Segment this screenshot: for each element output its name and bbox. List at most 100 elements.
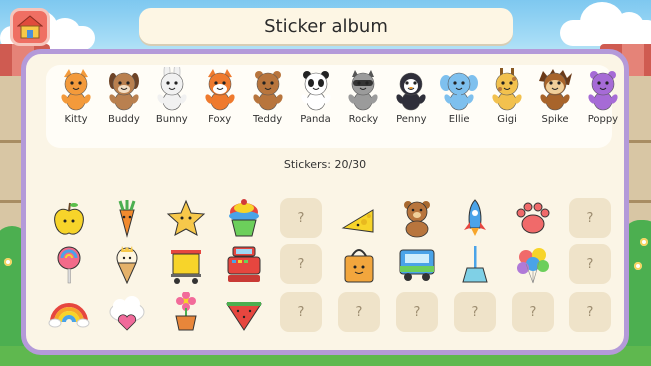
locked-slot-label: ? xyxy=(471,304,479,320)
ice-cream-sticker[interactable] xyxy=(106,244,148,284)
character-ellie[interactable]: Ellie xyxy=(435,67,483,125)
character-name: Panda xyxy=(300,114,331,125)
watermelon-sticker[interactable] xyxy=(223,292,265,332)
character-name: Bunny xyxy=(155,114,188,125)
giraffe-icon xyxy=(492,68,522,111)
teddy-bear-sticker[interactable] xyxy=(396,198,438,238)
character-teddy[interactable]: Teddy xyxy=(244,67,292,125)
character-name: Gigi xyxy=(497,114,517,125)
locked-slot-label: ? xyxy=(529,304,537,320)
character-kitty[interactable]: Kitty xyxy=(52,67,100,125)
sticker-counter: Stickers: 20/30 xyxy=(283,158,367,171)
page-title: Sticker album xyxy=(264,15,388,37)
carrot-icon xyxy=(118,200,136,238)
character-foxy[interactable]: Foxy xyxy=(196,67,244,125)
penguin-icon xyxy=(396,72,426,111)
character-name: Poppy xyxy=(587,114,619,125)
locked-slot-label: ? xyxy=(413,304,421,320)
empty-sticker-slot[interactable]: ? xyxy=(338,292,380,332)
character-roster: Kitty Buddy Bunny Foxy Teddy Panda Rocky… xyxy=(46,65,618,148)
character-name: Rocky xyxy=(348,114,379,125)
cash-register-icon xyxy=(227,246,261,282)
balloons-sticker[interactable] xyxy=(512,244,554,284)
flower-pot-icon xyxy=(175,292,197,331)
locked-slot-label: ? xyxy=(586,256,594,272)
flower-icon xyxy=(4,258,12,266)
empty-sticker-slot[interactable]: ? xyxy=(396,292,438,332)
truck-icon xyxy=(399,249,435,281)
paw-sticker[interactable] xyxy=(512,198,554,238)
character-poppy[interactable]: Poppy xyxy=(579,67,627,125)
rainbow-icon xyxy=(48,303,90,328)
empty-sticker-slot[interactable]: ? xyxy=(569,244,611,284)
watermelon-icon xyxy=(226,302,262,331)
hedgehog-icon xyxy=(539,69,572,111)
empty-sticker-slot[interactable]: ? xyxy=(280,292,322,332)
apple-icon xyxy=(54,202,84,235)
lollipop-sticker[interactable] xyxy=(48,244,90,284)
title-bar: Sticker album xyxy=(139,8,513,44)
character-name: Foxy xyxy=(208,114,232,125)
character-name: Penny xyxy=(396,114,427,125)
cloud-heart-icon xyxy=(109,296,145,331)
dog-icon xyxy=(108,72,139,111)
rocket-sticker[interactable] xyxy=(454,198,496,238)
lollipop-icon xyxy=(57,246,81,284)
cheese-sticker[interactable] xyxy=(338,198,380,238)
rocket-icon xyxy=(464,199,486,236)
home-button[interactable] xyxy=(10,8,50,46)
truck-sticker[interactable] xyxy=(396,244,438,284)
empty-sticker-slot[interactable]: ? xyxy=(280,198,322,238)
cloud-decoration xyxy=(560,2,651,46)
character-bunny[interactable]: Bunny xyxy=(148,67,196,125)
empty-sticker-slot[interactable]: ? xyxy=(454,292,496,332)
cupcake-sticker[interactable] xyxy=(223,198,265,238)
balloons-icon xyxy=(517,248,549,284)
cash-register-sticker[interactable] xyxy=(223,244,265,284)
character-name: Teddy xyxy=(253,114,283,125)
flower-pot-sticker[interactable] xyxy=(165,292,207,332)
locked-slot-label: ? xyxy=(297,210,305,226)
panda-icon xyxy=(300,71,331,111)
character-penny[interactable]: Penny xyxy=(387,67,435,125)
house-icon xyxy=(17,15,43,39)
character-panda[interactable]: Panda xyxy=(292,67,340,125)
empty-sticker-slot[interactable]: ? xyxy=(569,198,611,238)
raccoon-icon xyxy=(348,70,378,111)
cloud-heart-sticker[interactable] xyxy=(106,292,148,332)
sticker-album-panel: Kitty Buddy Bunny Foxy Teddy Panda Rocky… xyxy=(21,49,629,355)
shopping-cart-icon xyxy=(171,250,201,284)
rainbow-sticker[interactable] xyxy=(48,292,90,332)
broom-icon xyxy=(462,246,488,283)
cheese-icon xyxy=(341,209,374,233)
cat-icon xyxy=(61,69,91,111)
locked-slot-label: ? xyxy=(297,304,305,320)
locked-slot-label: ? xyxy=(297,256,305,272)
carrot-sticker[interactable] xyxy=(106,198,148,238)
character-spike[interactable]: Spike xyxy=(531,67,579,125)
star-sticker[interactable] xyxy=(165,198,207,238)
character-buddy[interactable]: Buddy xyxy=(100,67,148,125)
empty-sticker-slot[interactable]: ? xyxy=(512,292,554,332)
shopping-cart-sticker[interactable] xyxy=(165,244,207,284)
empty-sticker-slot[interactable]: ? xyxy=(569,292,611,332)
character-name: Buddy xyxy=(107,114,140,125)
shopping-bag-icon xyxy=(344,249,374,283)
broom-sticker[interactable] xyxy=(454,244,496,284)
teddy-bear-icon xyxy=(404,201,430,238)
character-name: Ellie xyxy=(448,114,470,125)
character-gigi[interactable]: Gigi xyxy=(483,67,531,125)
hippo-icon xyxy=(588,71,618,111)
character-name: Kitty xyxy=(64,114,88,125)
empty-sticker-slot[interactable]: ? xyxy=(280,244,322,284)
bear-icon xyxy=(252,71,283,111)
locked-slot-label: ? xyxy=(586,304,594,320)
game-screen: Sticker album Kitty Buddy Bunny Foxy Ted… xyxy=(0,0,651,366)
character-rocky[interactable]: Rocky xyxy=(339,67,387,125)
elephant-icon xyxy=(440,72,479,111)
rabbit-icon xyxy=(157,67,187,111)
apple-sticker[interactable] xyxy=(48,198,90,238)
shopping-bag-sticker[interactable] xyxy=(338,244,380,284)
paw-icon xyxy=(516,202,550,234)
locked-slot-label: ? xyxy=(355,304,363,320)
